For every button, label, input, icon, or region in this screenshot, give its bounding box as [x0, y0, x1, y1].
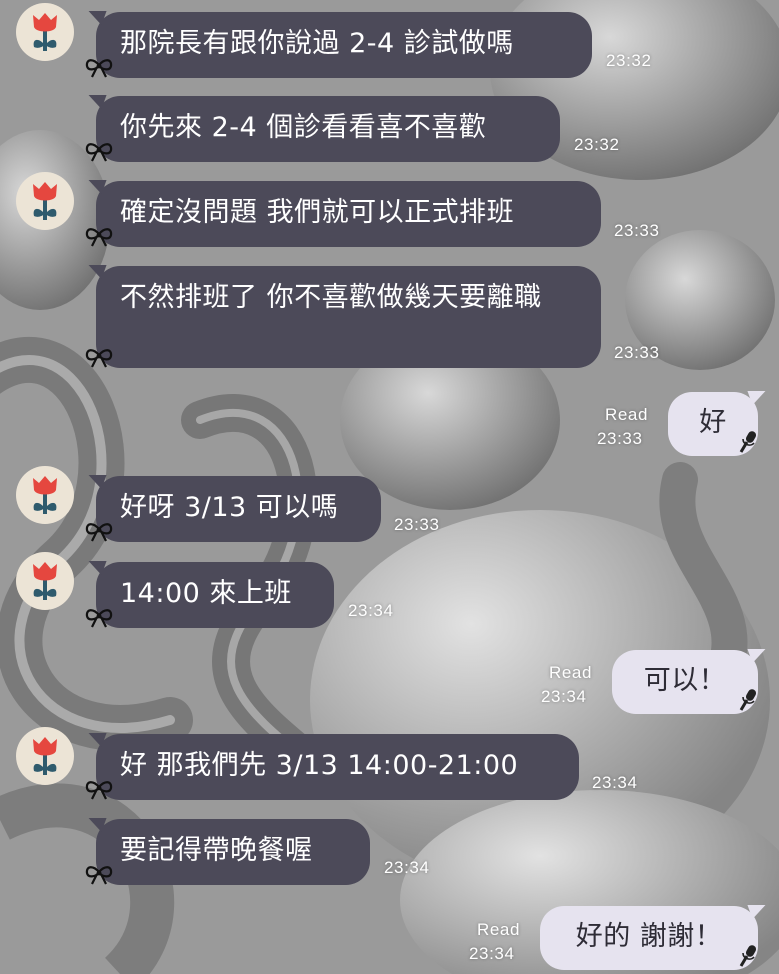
bow-ribbon-icon [84, 346, 114, 368]
incoming-message-bubble[interactable]: 好 那我們先 3/13 14:00-21:00 [96, 734, 579, 800]
red-tulip-avatar-icon [33, 182, 57, 220]
incoming-message-bubble[interactable]: 不然排班了 你不喜歡做幾天要離職 [96, 266, 601, 368]
message-text: 確定沒問題 我們就可以正式排班 [120, 197, 515, 228]
message-text: 好 那我們先 3/13 14:00-21:00 [120, 750, 519, 781]
bow-ribbon-icon [84, 140, 114, 162]
incoming-message-bubble[interactable]: 確定沒問題 我們就可以正式排班 [96, 181, 601, 247]
red-tulip-avatar-icon [33, 562, 57, 600]
message-text: 14:00 來上班 [120, 578, 292, 609]
sender-avatar[interactable] [16, 552, 74, 610]
message-time: 23:33 [614, 343, 660, 362]
message-time: 23:34 [469, 944, 515, 963]
sender-avatar[interactable] [16, 172, 74, 230]
incoming-message-bubble[interactable]: 14:00 來上班 [96, 562, 334, 628]
microphone-icon [738, 944, 758, 968]
message-time: 23:33 [614, 221, 660, 240]
sender-avatar[interactable] [16, 466, 74, 524]
incoming-message-bubble[interactable]: 好呀 3/13 可以嗎 [96, 476, 381, 542]
message-text: 你先來 2-4 個診看看喜不喜歡 [120, 112, 487, 143]
read-status: Read [605, 405, 649, 424]
bow-ribbon-icon [84, 606, 114, 628]
message-text: 好 [699, 407, 727, 438]
message-text: 好呀 3/13 可以嗎 [120, 492, 339, 523]
microphone-icon [738, 430, 758, 454]
message-text: 好的 謝謝！ [575, 921, 723, 952]
read-status: Read [477, 920, 521, 939]
message-text: 可以！ [643, 665, 727, 696]
bow-ribbon-icon [84, 225, 114, 247]
message-time: 23:33 [597, 429, 643, 448]
message-time: 23:34 [384, 858, 430, 877]
message-text: 那院長有跟你說過 2-4 診試做嗎 [120, 28, 514, 59]
message-time: 23:34 [348, 601, 394, 620]
sender-avatar[interactable] [16, 727, 74, 785]
bow-ribbon-icon [84, 56, 114, 78]
message-time: 23:32 [574, 135, 620, 154]
message-time: 23:34 [541, 687, 587, 706]
incoming-message-bubble[interactable]: 那院長有跟你說過 2-4 診試做嗎 [96, 12, 592, 78]
message-time: 23:33 [394, 515, 440, 534]
message-time: 23:32 [606, 51, 652, 70]
bow-ribbon-icon [84, 863, 114, 885]
sender-avatar[interactable] [16, 3, 74, 61]
red-tulip-avatar-icon [33, 13, 57, 51]
outgoing-message-bubble[interactable]: 好的 謝謝！ [540, 906, 758, 970]
read-status: Read [549, 663, 593, 682]
outgoing-message-bubble[interactable]: 可以！ [612, 650, 758, 714]
message-time: 23:34 [592, 773, 638, 792]
microphone-icon [738, 688, 758, 712]
bow-ribbon-icon [84, 520, 114, 542]
bow-ribbon-icon [84, 778, 114, 800]
red-tulip-avatar-icon [33, 737, 57, 775]
message-text: 不然排班了 你不喜歡做幾天要離職 [120, 282, 542, 313]
incoming-message-bubble[interactable]: 要記得帶晚餐喔 [96, 819, 370, 885]
incoming-message-bubble[interactable]: 你先來 2-4 個診看看喜不喜歡 [96, 96, 560, 162]
red-tulip-avatar-icon [33, 476, 57, 514]
message-text: 要記得帶晚餐喔 [120, 835, 313, 866]
